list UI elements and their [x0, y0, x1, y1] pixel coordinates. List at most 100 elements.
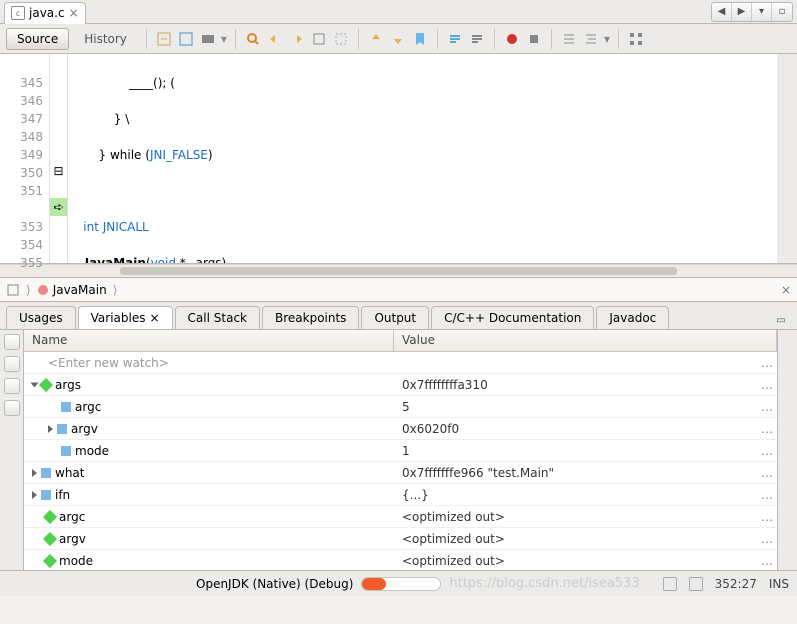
editor-overview-ruler[interactable]	[777, 54, 797, 263]
format-icon[interactable]	[582, 30, 600, 48]
uncomment-icon[interactable]	[468, 30, 486, 48]
record-icon[interactable]	[503, 30, 521, 48]
field-icon	[41, 468, 51, 478]
field-icon	[41, 490, 51, 500]
var-row-mode[interactable]: mode <optimized out>…	[24, 550, 777, 570]
add-watch-icon[interactable]	[4, 378, 20, 394]
close-icon[interactable]: ×	[69, 6, 79, 20]
filter-icon[interactable]	[4, 356, 20, 372]
expand-icon[interactable]	[31, 382, 39, 387]
window-nav-buttons: ◀ ▶ ▾ ▫	[711, 2, 793, 22]
panel-min-button[interactable]: ▭	[771, 311, 791, 329]
more-icon[interactable]: …	[757, 378, 777, 392]
comment-icon[interactable]	[446, 30, 464, 48]
close-icon[interactable]: ×	[149, 311, 159, 325]
progress-bar[interactable]	[361, 577, 441, 591]
watch-icon[interactable]	[4, 334, 20, 350]
var-row-args-mode[interactable]: mode 1…	[24, 440, 777, 462]
more-icon[interactable]: …	[757, 488, 777, 502]
diamond-icon	[39, 377, 53, 391]
shift-down-icon[interactable]	[389, 30, 407, 48]
field-icon	[57, 424, 67, 434]
var-row-args-argv[interactable]: argv 0x6020f0…	[24, 418, 777, 440]
debug-tabs: Usages Variables× Call Stack Breakpoints…	[0, 302, 797, 330]
watermark: https://blog.csdn.net/isea533	[449, 576, 639, 591]
status-icon-1[interactable]	[663, 577, 677, 591]
status-icon-2[interactable]	[689, 577, 703, 591]
more-icon[interactable]: …	[757, 422, 777, 436]
new-watch-row[interactable]: <Enter new watch> …	[24, 352, 777, 374]
expand-icon[interactable]	[32, 491, 37, 499]
var-row-ifn[interactable]: ifn {...}…	[24, 484, 777, 506]
glyph-margin[interactable]: ⊟ ➪	[50, 54, 68, 263]
highlight-icon[interactable]	[310, 30, 328, 48]
col-header-value[interactable]: Value	[394, 330, 777, 351]
breadcrumb-func[interactable]: JavaMain	[37, 283, 107, 297]
breakpoint-marker[interactable]: ➪	[50, 198, 67, 216]
insert-mode[interactable]: INS	[769, 577, 789, 591]
var-row-argc[interactable]: argc <optimized out>…	[24, 506, 777, 528]
grid-icon[interactable]	[627, 30, 645, 48]
col-header-name[interactable]: Name	[24, 330, 394, 351]
file-tab-java-c[interactable]: c java.c ×	[4, 2, 86, 24]
toolbar-icon-1[interactable]	[155, 30, 173, 48]
more-icon[interactable]: …	[757, 356, 777, 370]
variables-left-toolbar	[0, 330, 24, 570]
shift-up-icon[interactable]	[367, 30, 385, 48]
tab-usages[interactable]: Usages	[6, 306, 76, 329]
c-file-icon: c	[11, 6, 25, 20]
source-tab-button[interactable]: Source	[6, 28, 69, 50]
tab-variables[interactable]: Variables×	[78, 306, 173, 329]
find-prev-icon[interactable]	[244, 30, 262, 48]
code-editor[interactable]: 345346 347348349 350351 353354355 ⊟ ➪ __…	[0, 54, 797, 264]
fold-icon[interactable]: ⊟	[50, 162, 67, 180]
var-row-args[interactable]: args 0x7ffffffffa310…	[24, 374, 777, 396]
diamond-icon	[43, 553, 57, 567]
more-icon[interactable]: …	[757, 400, 777, 414]
cursor-position: 352:27	[715, 577, 757, 591]
editor-tabbar: c java.c × ◀ ▶ ▾ ▫	[0, 0, 797, 24]
diamond-icon	[43, 509, 57, 523]
toolbar-icon-3[interactable]	[199, 30, 217, 48]
expand-icon[interactable]	[32, 469, 37, 477]
find-next-icon[interactable]	[266, 30, 284, 48]
tab-output[interactable]: Output	[361, 306, 429, 329]
tab-callstack[interactable]: Call Stack	[175, 306, 260, 329]
diff-icon[interactable]	[560, 30, 578, 48]
toolbar-icon-2[interactable]	[177, 30, 195, 48]
field-icon	[61, 446, 71, 456]
file-tab-label: java.c	[29, 6, 65, 20]
variables-header: Name Value	[24, 330, 777, 352]
minimize-panel-button[interactable]: ▾	[752, 3, 772, 21]
breadcrumb-root[interactable]	[6, 283, 20, 297]
more-icon[interactable]: …	[757, 444, 777, 458]
status-bar: OpenJDK (Native) (Debug) https://blog.cs…	[0, 570, 797, 596]
line-gutter: 345346 347348349 350351 353354355	[0, 54, 50, 263]
history-tab-button[interactable]: History	[73, 28, 138, 50]
breadcrumb-close-icon[interactable]: ×	[781, 283, 791, 297]
stop-icon[interactable]	[525, 30, 543, 48]
source-toolbar: Source History ▾ ▾	[0, 24, 797, 54]
expand-icon[interactable]	[48, 425, 53, 433]
nav-back-button[interactable]: ◀	[712, 3, 732, 21]
select-icon[interactable]	[332, 30, 350, 48]
var-row-args-argc[interactable]: argc 5…	[24, 396, 777, 418]
horizontal-scrollbar[interactable]	[0, 264, 797, 278]
more-icon[interactable]: …	[757, 554, 777, 568]
more-icon[interactable]: …	[757, 466, 777, 480]
more-icon[interactable]: …	[757, 532, 777, 546]
diamond-icon	[43, 531, 57, 545]
tab-breakpoints[interactable]: Breakpoints	[262, 306, 359, 329]
field-icon	[61, 402, 71, 412]
maximize-panel-button[interactable]: ▫	[772, 3, 792, 21]
var-row-argv[interactable]: argv <optimized out>…	[24, 528, 777, 550]
code-area[interactable]: ____(); ( } \ } while (JNI_FALSE) int JN…	[68, 54, 777, 263]
remove-watch-icon[interactable]	[4, 400, 20, 416]
tab-javadoc[interactable]: Javadoc	[596, 306, 669, 329]
nav-forward-button[interactable]: ▶	[732, 3, 752, 21]
bookmark-icon[interactable]	[411, 30, 429, 48]
more-icon[interactable]: …	[757, 510, 777, 524]
tab-cppdoc[interactable]: C/C++ Documentation	[431, 306, 594, 329]
var-row-what[interactable]: what 0x7fffffffe966 "test.Main"…	[24, 462, 777, 484]
find-icon[interactable]	[288, 30, 306, 48]
